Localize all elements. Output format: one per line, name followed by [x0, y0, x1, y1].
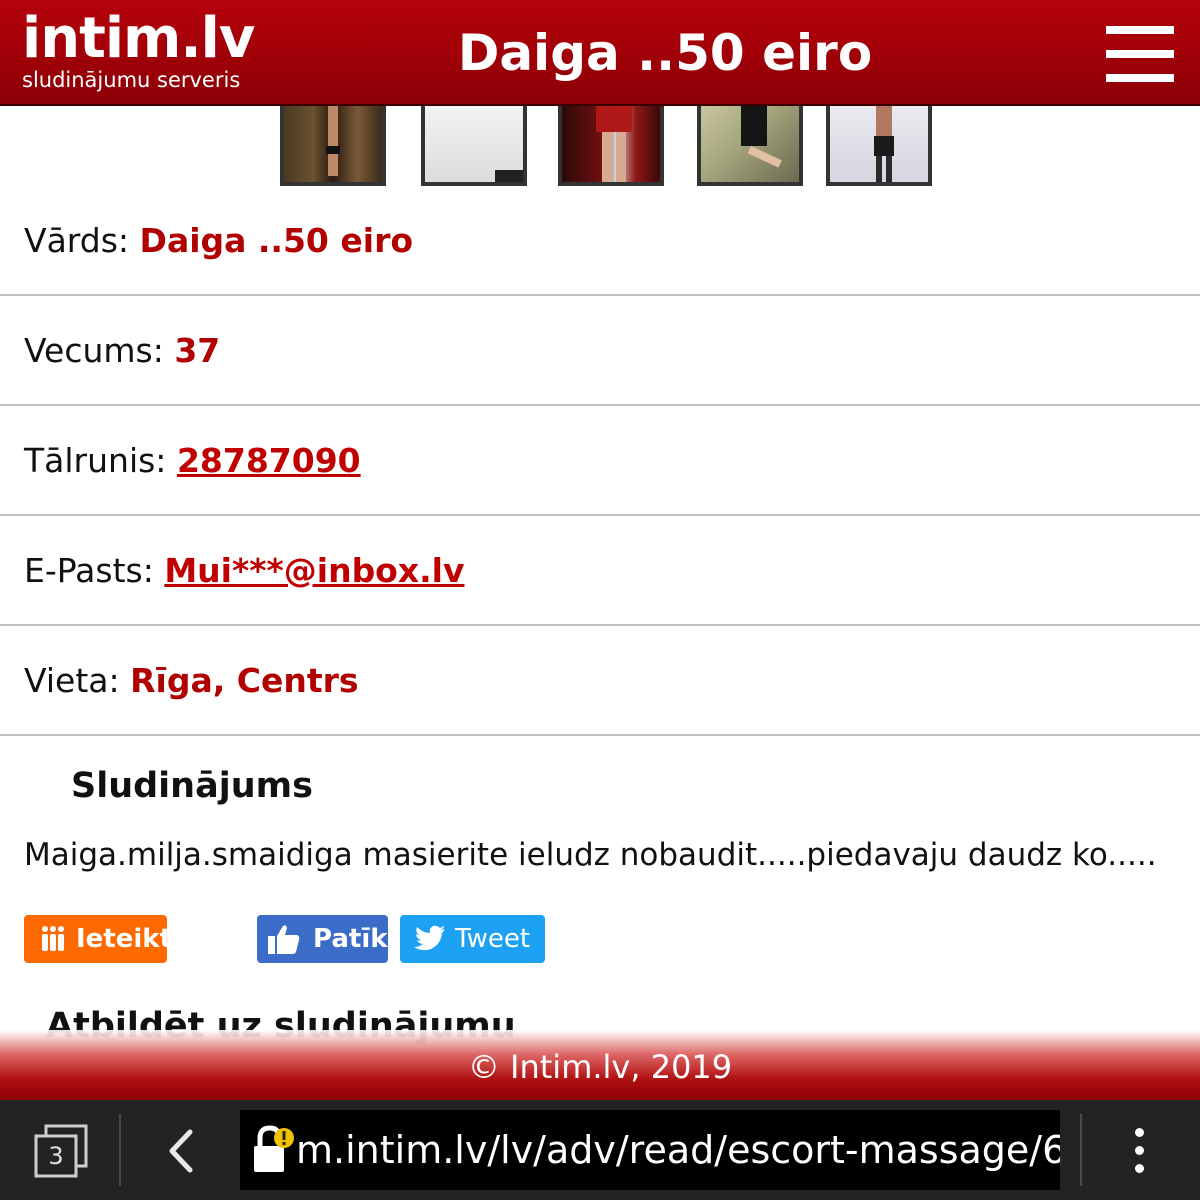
more-options-icon[interactable]	[1120, 1128, 1160, 1174]
photo-thumbnail-3[interactable]	[558, 106, 664, 186]
name-value: Daiga ..50 eiro	[139, 221, 414, 260]
email-label: E-Pasts:	[24, 551, 154, 590]
phone-label: Tālrunis:	[24, 441, 167, 480]
email-link[interactable]: Mui***@inbox.lv	[164, 551, 464, 590]
site-footer: © Intim.lv, 2019	[0, 1030, 1200, 1100]
name-label: Vārds:	[24, 221, 130, 260]
like-label: Patīk	[313, 924, 388, 954]
logo-text: intim.lv	[22, 6, 255, 71]
ad-description: Maiga.milja.smaidiga masierite ieludz no…	[24, 837, 1157, 873]
phone-link[interactable]: 28787090	[177, 441, 361, 480]
age-value: 37	[174, 331, 221, 370]
location-label: Vieta:	[24, 661, 120, 700]
detail-phone: Tālrunis: 28787090	[0, 406, 1200, 516]
tabs-button[interactable]: 3	[34, 1124, 88, 1178]
page-title: Daiga ..50 eiro	[457, 24, 873, 82]
age-label: Vecums:	[24, 331, 164, 370]
photo-gallery	[0, 106, 1200, 188]
twitter-bird-icon	[414, 925, 445, 951]
logo-tagline: sludinājumu serveris	[22, 68, 241, 92]
recommend-label: Ieteikt	[76, 924, 173, 954]
photo-thumbnail-4[interactable]	[697, 106, 803, 186]
tab-count: 3	[48, 1142, 64, 1170]
ad-section-title: Sludinājums	[71, 766, 313, 806]
url-text: m.intim.lv/lv/adv/read/escort-massage/6	[296, 1128, 1060, 1172]
detail-email: E-Pasts: Mui***@inbox.lv	[0, 516, 1200, 626]
hamburger-menu-icon[interactable]	[1106, 24, 1174, 84]
location-value: Rīga, Centrs	[130, 661, 359, 700]
back-button[interactable]	[160, 1124, 200, 1178]
tweet-label: Tweet	[455, 924, 531, 954]
address-bar[interactable]: m.intim.lv/lv/adv/read/escort-massage/6	[240, 1110, 1060, 1190]
photo-thumbnail-1[interactable]	[280, 106, 386, 186]
photo-thumbnail-5[interactable]	[826, 106, 932, 186]
detail-location: Vieta: Rīga, Centrs	[0, 626, 1200, 736]
back-arrow-icon	[169, 1129, 193, 1173]
footer-copyright: © Intim.lv, 2019	[467, 1048, 733, 1086]
people-icon	[42, 926, 64, 951]
site-logo[interactable]: intim.lv sludinājumu serveris	[22, 6, 255, 93]
facebook-like-button[interactable]: Patīk	[257, 915, 388, 963]
detail-name: Vārds: Daiga ..50 eiro	[0, 186, 1200, 296]
site-header: intim.lv sludinājumu serveris Daiga ..50…	[0, 0, 1200, 106]
toolbar-divider	[1080, 1114, 1082, 1186]
toolbar-divider	[119, 1114, 121, 1186]
insecure-lock-icon	[254, 1125, 294, 1172]
photo-thumbnail-2[interactable]	[421, 106, 527, 186]
browser-toolbar: 3 m.intim.lv/lv/adv/read/escort-massage/…	[0, 1100, 1200, 1200]
detail-age: Vecums: 37	[0, 296, 1200, 406]
tweet-button[interactable]: Tweet	[400, 915, 545, 963]
thumbs-up-icon	[268, 925, 300, 954]
recommend-button[interactable]: Ieteikt	[24, 915, 172, 963]
